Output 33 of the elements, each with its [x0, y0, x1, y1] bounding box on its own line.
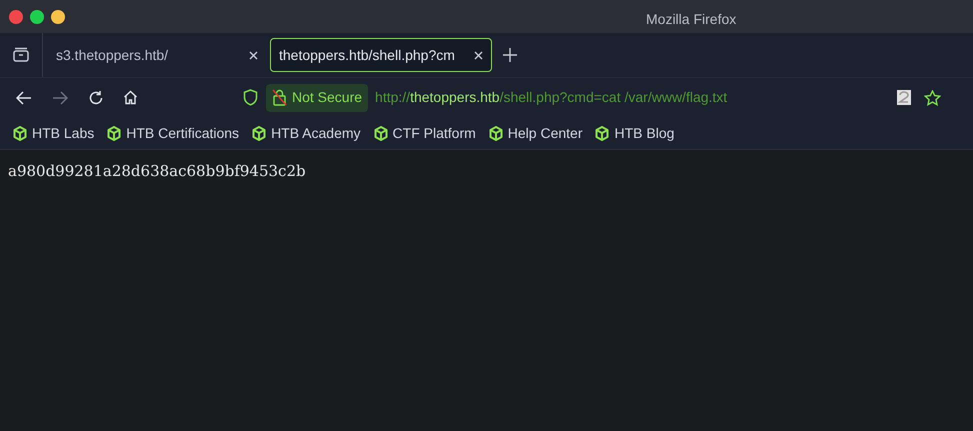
maximize-window-button[interactable]: [30, 10, 44, 24]
security-badge[interactable]: Not Secure: [266, 84, 368, 112]
window-title: Mozilla Firefox: [646, 10, 736, 29]
shield-icon[interactable]: [243, 89, 258, 106]
minimize-window-button[interactable]: [51, 10, 65, 24]
security-label: Not Secure: [292, 88, 362, 107]
close-tab-icon[interactable]: [474, 50, 483, 60]
bookmark-item[interactable]: HTB Labs: [13, 122, 94, 144]
cube-icon: [595, 126, 610, 140]
cube-icon: [488, 126, 503, 140]
reload-icon[interactable]: [88, 90, 104, 106]
bookmark-item[interactable]: HTB Certifications: [107, 122, 240, 144]
cube-icon: [13, 126, 27, 140]
tab-overview-icon[interactable]: [12, 47, 30, 63]
new-tab-icon[interactable]: [503, 48, 517, 62]
url-field[interactable]: http://thetoppers.htb/shell.php?cmd=cat /var/www/flag.txt: [375, 87, 728, 108]
bookmark-item[interactable]: HTB Academy: [252, 122, 361, 144]
browser-tab[interactable]: s3.thetoppers.htb/: [46, 38, 268, 72]
cube-icon: [107, 126, 122, 140]
home-icon[interactable]: [123, 90, 138, 105]
bookmark-star-icon[interactable]: [924, 90, 941, 106]
bookmark-item[interactable]: CTF Platform: [374, 122, 476, 144]
page-text: a980d99281a28d638ac68b9bf9453c2b: [8, 162, 306, 180]
bookmark-item[interactable]: HTB Blog: [595, 122, 674, 144]
back-icon[interactable]: [16, 90, 32, 104]
close-tab-icon[interactable]: [249, 50, 258, 60]
cube-icon: [374, 126, 388, 140]
bookmark-item[interactable]: Help Center: [488, 122, 582, 144]
close-window-button[interactable]: [9, 10, 23, 24]
insecure-lock-icon: [272, 89, 287, 106]
cube-icon: [252, 126, 266, 140]
browser-tab[interactable]: thetoppers.htb/shell.php?cm: [270, 38, 492, 72]
forward-icon[interactable]: [52, 90, 68, 104]
